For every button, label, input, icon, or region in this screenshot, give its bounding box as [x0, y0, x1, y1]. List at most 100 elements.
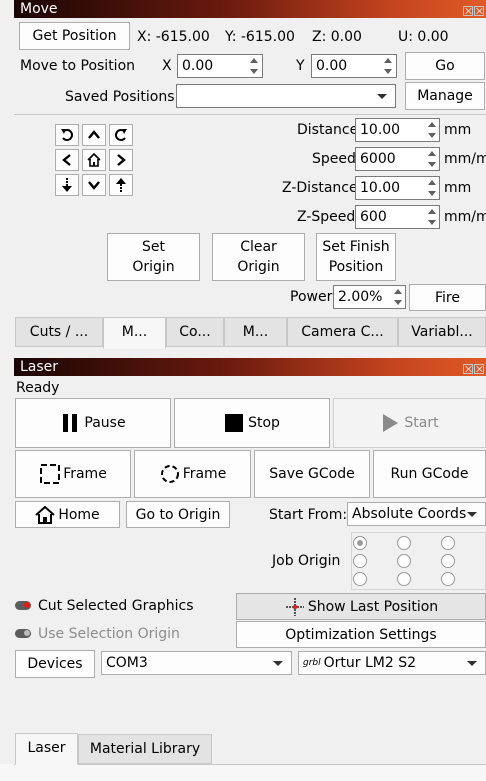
close-icon[interactable]: [474, 364, 484, 374]
speed-value: 6000: [360, 151, 396, 167]
origin-bottom-center-radio[interactable]: [397, 572, 411, 586]
play-icon: [383, 414, 399, 432]
y-input-label: Y: [296, 58, 305, 74]
float-icon[interactable]: [463, 364, 473, 374]
set-finish-position-button[interactable]: Set Finish Position: [316, 233, 396, 281]
jog-rotate-cw-button[interactable]: [109, 124, 133, 146]
rotate-cw-icon: [115, 129, 127, 141]
crosshair-icon: [285, 597, 304, 616]
home-icon: [35, 505, 55, 524]
tab-m[interactable]: M...: [224, 317, 287, 347]
jog-home-button[interactable]: [82, 149, 106, 171]
cut-selected-toggle[interactable]: [15, 601, 31, 610]
run-gcode-button[interactable]: Run GCode: [373, 450, 486, 498]
z-down-arrow-icon: [62, 178, 72, 192]
clear-origin-label-line1: Clear: [240, 239, 277, 255]
x-spinner[interactable]: [246, 54, 262, 78]
jog-right-button[interactable]: [109, 149, 133, 171]
z-distance-spinner[interactable]: [424, 176, 440, 200]
distance-spinner[interactable]: [424, 118, 440, 142]
origin-bottom-right-radio[interactable]: [441, 572, 455, 586]
job-origin-grid: [351, 532, 486, 590]
z-distance-value: 10.00: [360, 180, 401, 196]
stop-icon: [225, 414, 244, 432]
saved-positions-label: Saved Positions:: [65, 89, 180, 105]
jog-z-up-button[interactable]: [109, 174, 133, 196]
tab-move[interactable]: M...: [103, 317, 166, 349]
tab-variable-text[interactable]: Variabl...: [398, 317, 486, 347]
origin-middle-right-radio[interactable]: [441, 554, 455, 568]
z-speed-spinner[interactable]: [424, 205, 440, 229]
speed-unit: mm/m: [444, 151, 486, 167]
pause-label: Pause: [84, 415, 126, 431]
saved-positions-dropdown[interactable]: [176, 84, 396, 108]
chevron-right-icon: [117, 154, 126, 166]
set-origin-label-line1: Set: [142, 239, 165, 255]
jog-down-button[interactable]: [82, 174, 106, 196]
use-selection-origin-toggle[interactable]: [15, 629, 31, 638]
tab-laser[interactable]: Laser: [15, 733, 78, 765]
close-icon[interactable]: [474, 6, 484, 16]
jog-up-button[interactable]: [82, 124, 106, 146]
show-last-position-button[interactable]: Show Last Position: [236, 593, 486, 620]
tab-baseline: [14, 764, 486, 765]
optimization-settings-button[interactable]: Optimization Settings: [236, 621, 486, 648]
set-finish-label-line1: Set Finish: [322, 239, 390, 255]
manage-button[interactable]: Manage: [405, 82, 485, 110]
go-to-origin-button[interactable]: Go to Origin: [126, 501, 230, 528]
speed-spinner[interactable]: [424, 147, 440, 171]
z-speed-value: 600: [360, 209, 387, 225]
stop-button[interactable]: Stop: [174, 398, 330, 448]
chevron-down-icon: [273, 661, 283, 666]
laser-titlebar: Laser: [14, 358, 486, 376]
pause-icon: [63, 414, 78, 432]
get-position-button[interactable]: Get Position: [19, 22, 130, 50]
device-value: Ortur LM2 S2: [323, 655, 417, 671]
move-title: Move: [20, 1, 58, 17]
save-gcode-button[interactable]: Save GCode: [254, 450, 370, 498]
stop-label: Stop: [248, 415, 280, 431]
jog-left-button[interactable]: [55, 149, 79, 171]
y-spinner[interactable]: [380, 54, 396, 78]
move-to-position-label: Move to Position: [20, 58, 136, 74]
origin-top-center-radio[interactable]: [397, 536, 411, 550]
devices-button[interactable]: Devices: [15, 650, 95, 678]
frame-round-button[interactable]: Frame: [134, 450, 251, 498]
pause-button[interactable]: Pause: [15, 398, 171, 448]
origin-center-radio[interactable]: [397, 554, 411, 568]
start-from-dropdown[interactable]: Absolute Coords: [347, 502, 486, 526]
tab-console[interactable]: Co...: [166, 317, 224, 347]
jog-z-down-button[interactable]: [55, 174, 79, 196]
origin-middle-left-radio[interactable]: [353, 554, 367, 568]
device-dropdown[interactable]: grbl Ortur LM2 S2: [298, 651, 486, 675]
tab-camera-control[interactable]: Camera C...: [287, 317, 398, 347]
window-buttons[interactable]: [462, 361, 484, 374]
y-coord-readout: Y: -615.00: [225, 29, 295, 45]
float-icon[interactable]: [463, 6, 473, 16]
origin-top-right-radio[interactable]: [441, 536, 455, 550]
go-button[interactable]: Go: [405, 52, 485, 80]
z-distance-label: Z-Distance: [282, 180, 358, 196]
fire-button[interactable]: Fire: [409, 284, 486, 311]
clear-origin-button[interactable]: Clear Origin: [212, 233, 305, 281]
clear-origin-label-line2: Origin: [237, 259, 280, 275]
u-coord-readout: U: 0.00: [398, 29, 449, 45]
z-distance-unit: mm: [444, 180, 472, 196]
tab-material-library[interactable]: Material Library: [78, 734, 212, 764]
chevron-down-icon: [467, 661, 477, 666]
set-origin-button[interactable]: Set Origin: [107, 233, 200, 281]
tab-cuts[interactable]: Cuts / ...: [15, 317, 103, 347]
cut-selected-label: Cut Selected Graphics: [38, 598, 194, 614]
jog-rotate-ccw-button[interactable]: [55, 124, 79, 146]
origin-top-left-radio[interactable]: [353, 536, 367, 550]
home-label: Home: [58, 506, 100, 523]
window-buttons[interactable]: [462, 3, 484, 16]
start-button[interactable]: Start: [333, 398, 486, 448]
frame-rect-button[interactable]: Frame: [15, 450, 131, 498]
chevron-down-icon: [88, 181, 100, 190]
origin-bottom-left-radio[interactable]: [353, 572, 367, 586]
home-button[interactable]: Home: [15, 501, 120, 528]
port-dropdown[interactable]: COM3: [101, 651, 292, 675]
set-origin-label-line2: Origin: [132, 259, 175, 275]
power-spinner[interactable]: [390, 285, 406, 309]
